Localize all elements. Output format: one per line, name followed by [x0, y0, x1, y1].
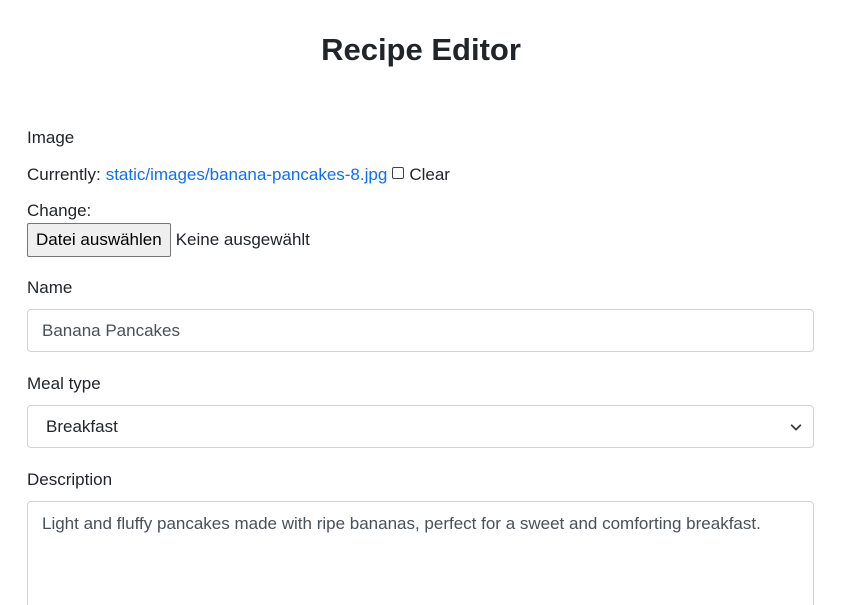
image-label: Image [27, 128, 75, 147]
description-label: Description [27, 470, 113, 489]
meal-type-field-wrap: Breakfast [27, 405, 814, 448]
recipe-form: Image Currently: static/images/banana-pa… [27, 126, 814, 605]
meal-type-label: Meal type [27, 374, 101, 393]
recipe-editor-page: Recipe Editor Image Currently: static/im… [0, 0, 852, 605]
chevron-down-icon [790, 423, 802, 430]
name-label: Name [27, 278, 73, 297]
description-textarea[interactable]: Light and fluffy pancakes made with ripe… [27, 501, 814, 605]
meal-type-selected-value: Breakfast [46, 416, 118, 436]
description-field-wrap: Light and fluffy pancakes made with ripe… [27, 501, 814, 605]
clear-label[interactable]: Clear [409, 163, 450, 187]
description-value: Light and fluffy pancakes made with ripe… [42, 514, 761, 533]
current-image-row: Currently: static/images/banana-pancakes… [27, 163, 814, 187]
meal-type-select[interactable]: Breakfast [27, 405, 814, 448]
name-input[interactable]: Banana Pancakes [27, 309, 814, 352]
page-title: Recipe Editor [321, 32, 521, 67]
current-image-link[interactable]: static/images/banana-pancakes-8.jpg [106, 163, 388, 187]
currently-label: Currently: [27, 165, 101, 184]
choose-file-button[interactable]: Datei auswählen [27, 223, 171, 257]
file-input-row: Datei auswählen Keine ausgewählt [27, 223, 814, 257]
clear-checkbox[interactable] [392, 167, 405, 179]
name-input-value: Banana Pancakes [42, 320, 180, 340]
name-field-wrap: Banana Pancakes [27, 309, 814, 352]
change-label: Change: [27, 201, 92, 220]
file-status: Keine ausgewählt [175, 230, 310, 249]
